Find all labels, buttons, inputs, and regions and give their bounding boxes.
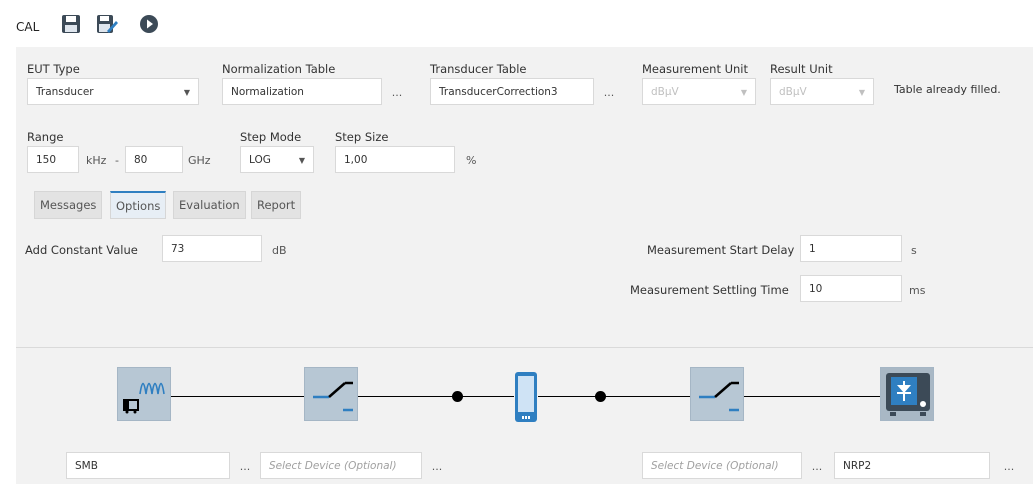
connection-line xyxy=(538,396,690,397)
diagram-separator xyxy=(16,347,1033,348)
switch-right-placeholder: Select Device (Optional) xyxy=(651,459,779,472)
tab-messages-label: Messages xyxy=(40,198,97,212)
transducer-table-value: TransducerCorrection3 xyxy=(439,85,558,98)
result-unit-label: Result Unit xyxy=(770,62,833,76)
run-button[interactable] xyxy=(136,11,162,37)
switch-right-browse-button[interactable]: ... xyxy=(804,452,830,479)
switch-left-browse-button[interactable]: ... xyxy=(424,452,450,479)
generator-browse-button[interactable]: ... xyxy=(232,452,258,479)
signal-generator-icon xyxy=(123,382,165,414)
switch-icon xyxy=(699,381,739,412)
save-as-icon xyxy=(97,15,118,33)
run-icon xyxy=(140,15,158,33)
step-mode-select[interactable]: LOG ▼ xyxy=(240,146,314,173)
power-meter-device-value: NRP2 xyxy=(843,459,872,472)
measurement-unit-value: dBµV xyxy=(651,85,679,98)
step-mode-value: LOG xyxy=(249,153,271,166)
range-start-value: 150 xyxy=(36,153,57,166)
connection-line xyxy=(358,396,514,397)
range-start-input[interactable]: 150 xyxy=(27,146,79,173)
mobile-device-icon xyxy=(515,372,537,422)
tab-report-label: Report xyxy=(257,198,296,212)
connection-line xyxy=(744,396,880,397)
step-size-unit: % xyxy=(466,154,477,167)
chevron-down-icon: ▼ xyxy=(298,156,305,165)
range-dash: - xyxy=(115,154,119,167)
step-size-label: Step Size xyxy=(335,130,389,144)
tab-options[interactable]: Options xyxy=(110,191,167,219)
step-size-input[interactable]: 1,00 xyxy=(335,146,455,173)
toolbar: CAL xyxy=(0,0,1035,46)
start-delay-label: Measurement Start Delay xyxy=(647,243,795,257)
settling-time-value: 10 xyxy=(809,282,823,295)
switch-left-device[interactable] xyxy=(304,367,358,421)
range-label: Range xyxy=(27,130,64,144)
save-button[interactable] xyxy=(58,11,84,37)
generator-device-field[interactable]: SMB xyxy=(66,452,230,479)
tab-messages[interactable]: Messages xyxy=(34,191,103,219)
result-unit-select[interactable]: dBµV ▼ xyxy=(770,78,874,105)
connection-line xyxy=(170,396,304,397)
save-as-button[interactable] xyxy=(94,11,120,37)
table-status-text: Table already filled. xyxy=(894,83,1001,96)
start-delay-value: 1 xyxy=(809,242,816,255)
range-stop-unit: GHz xyxy=(188,154,211,167)
power-meter-browse-button[interactable]: ... xyxy=(996,452,1022,479)
start-delay-input[interactable]: 1 xyxy=(800,235,902,262)
chevron-down-icon: ▼ xyxy=(858,88,865,97)
normalization-table-label: Normalization Table xyxy=(222,62,336,76)
tab-options-label: Options xyxy=(116,198,161,213)
transducer-table-label: Transducer Table xyxy=(430,62,527,76)
result-unit-value: dBµV xyxy=(779,85,807,98)
dut-device[interactable] xyxy=(514,371,538,423)
step-mode-label: Step Mode xyxy=(240,130,302,144)
measurement-unit-select[interactable]: dBµV ▼ xyxy=(642,78,756,105)
tab-evaluation-label: Evaluation xyxy=(179,198,240,212)
junction-dot xyxy=(452,391,463,402)
add-constant-value: 73 xyxy=(171,242,185,255)
app-title: CAL xyxy=(16,20,40,34)
tab-report[interactable]: Report xyxy=(251,191,302,219)
eut-type-value: Transducer xyxy=(36,85,94,98)
power-sensor-icon xyxy=(886,373,930,416)
generator-device-value: SMB xyxy=(75,459,98,472)
switch-right-device-field[interactable]: Select Device (Optional) xyxy=(642,452,802,479)
normalization-table-value: Normalization xyxy=(231,85,304,98)
junction-dot xyxy=(595,391,606,402)
range-stop-input[interactable]: 80 xyxy=(125,146,183,173)
power-meter-device[interactable] xyxy=(880,367,934,421)
start-delay-unit: s xyxy=(911,244,917,257)
generator-device[interactable] xyxy=(117,367,171,421)
settling-time-label: Measurement Settling Time xyxy=(630,283,789,297)
switch-right-device[interactable] xyxy=(690,367,744,421)
calibration-panel: EUT Type Transducer ▼ Normalization Tabl… xyxy=(16,47,1033,484)
switch-icon xyxy=(313,381,353,412)
range-stop-value: 80 xyxy=(134,153,148,166)
normalization-browse-button[interactable]: ... xyxy=(384,78,410,105)
save-icon xyxy=(62,15,80,33)
transducer-table-field[interactable]: TransducerCorrection3 xyxy=(430,78,594,105)
range-start-unit: kHz xyxy=(86,154,107,167)
normalization-table-field[interactable]: Normalization xyxy=(222,78,382,105)
eut-type-label: EUT Type xyxy=(27,62,80,76)
measurement-unit-label: Measurement Unit xyxy=(642,62,749,76)
settling-time-input[interactable]: 10 xyxy=(800,275,902,302)
switch-left-placeholder: Select Device (Optional) xyxy=(269,459,397,472)
add-constant-unit: dB xyxy=(272,244,287,257)
chevron-down-icon: ▼ xyxy=(183,88,190,97)
tab-evaluation[interactable]: Evaluation xyxy=(173,191,246,219)
switch-left-device-field[interactable]: Select Device (Optional) xyxy=(260,452,422,479)
add-constant-label: Add Constant Value xyxy=(25,243,138,257)
eut-type-select[interactable]: Transducer ▼ xyxy=(27,78,199,105)
transducer-browse-button[interactable]: ... xyxy=(596,78,622,105)
step-size-value: 1,00 xyxy=(344,153,368,166)
add-constant-input[interactable]: 73 xyxy=(162,235,262,262)
settling-time-unit: ms xyxy=(909,284,926,297)
chevron-down-icon: ▼ xyxy=(740,88,747,97)
power-meter-device-field[interactable]: NRP2 xyxy=(834,452,990,479)
